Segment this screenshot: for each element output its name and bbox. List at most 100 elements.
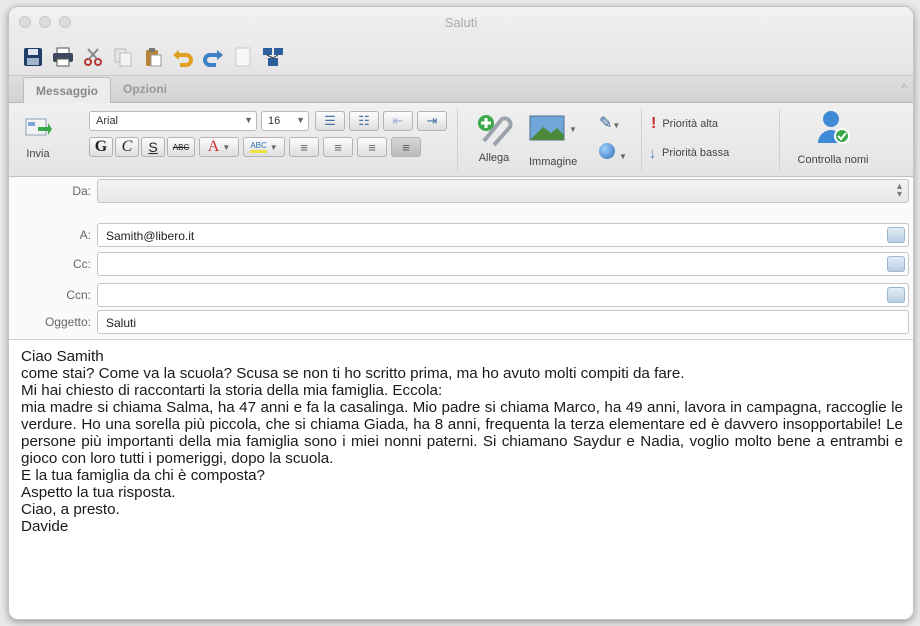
to-value: Samith@libero.it bbox=[106, 229, 195, 243]
indent-icon: ⇥ bbox=[426, 113, 438, 128]
signature-button[interactable]: ✎▼ bbox=[599, 113, 620, 133]
italic-button[interactable]: C bbox=[115, 137, 139, 157]
align-center-button[interactable]: ≡ bbox=[323, 137, 353, 157]
check-names-button[interactable]: Controlla nomi bbox=[785, 109, 881, 166]
send-icon bbox=[25, 118, 52, 136]
send-button[interactable]: Invia bbox=[17, 113, 59, 160]
ribbon-divider bbox=[457, 109, 458, 171]
arrow-down-icon: ↓ bbox=[649, 145, 656, 161]
cut-icon bbox=[84, 48, 102, 66]
save-button[interactable] bbox=[21, 45, 45, 69]
attach-button[interactable]: Allega bbox=[467, 111, 521, 164]
bcc-field[interactable] bbox=[97, 283, 909, 307]
paste-button[interactable] bbox=[141, 45, 165, 69]
bullet-list-icon: ☰ bbox=[324, 113, 336, 128]
globe-icon bbox=[599, 143, 615, 159]
toolbar bbox=[9, 39, 913, 75]
send-label: Invia bbox=[26, 148, 50, 160]
underline-button[interactable]: S bbox=[141, 137, 165, 157]
cc-label: Cc: bbox=[73, 257, 91, 271]
cc-field[interactable] bbox=[97, 252, 909, 276]
check-names-label: Controlla nomi bbox=[797, 154, 869, 166]
align-left-icon: ≡ bbox=[300, 139, 308, 155]
align-right-button[interactable]: ≡ bbox=[357, 137, 387, 157]
ribbon-tabs: Messaggio Opzioni ^ bbox=[9, 75, 913, 104]
priority-high-button[interactable]: ! Priorità alta bbox=[651, 115, 718, 133]
attach-label: Allega bbox=[478, 152, 510, 164]
address-book-icon[interactable] bbox=[887, 227, 905, 243]
increase-indent-button[interactable]: ⇥ bbox=[417, 111, 447, 131]
image-button[interactable]: ▼ Immagine bbox=[529, 115, 599, 168]
highlight-button[interactable]: ABC ▼ bbox=[243, 137, 285, 157]
bcc-label: Ccn: bbox=[66, 288, 91, 302]
font-name-value: Arial bbox=[96, 115, 119, 127]
link-button[interactable]: ▼ bbox=[599, 143, 627, 162]
body-line: E la tua famiglia da chi è composta? bbox=[21, 467, 265, 484]
window-title: Saluti bbox=[444, 15, 478, 30]
body-line: Mi hai chiesto di raccontarti la storia … bbox=[21, 382, 443, 399]
chevron-down-icon: ▼ bbox=[244, 115, 253, 125]
to-field[interactable]: Samith@libero.it bbox=[97, 223, 909, 247]
mail-compose-window: Saluti Messaggio Opzioni ^ Invia Arial ▼… bbox=[8, 6, 914, 620]
address-book-icon[interactable] bbox=[887, 256, 905, 272]
priority-low-button[interactable]: ↓ Priorità bassa bbox=[649, 145, 729, 161]
document-icon bbox=[235, 47, 251, 67]
body-line: come stai? Come va la scuola? Scusa se n… bbox=[21, 365, 685, 382]
subject-label: Oggetto: bbox=[44, 315, 91, 329]
bold-button[interactable]: G bbox=[89, 137, 113, 157]
chevron-down-icon: ▼ bbox=[569, 125, 577, 134]
numbering-button[interactable]: ☷ bbox=[349, 111, 379, 131]
address-book-icon[interactable] bbox=[887, 287, 905, 303]
title-bar: Saluti bbox=[9, 7, 913, 39]
font-size-select[interactable]: 16 ▼ bbox=[261, 111, 309, 131]
exclamation-icon: ! bbox=[651, 115, 657, 132]
greeting-line: Ciao Samith bbox=[21, 348, 104, 365]
chevron-down-icon: ▼ bbox=[269, 142, 278, 152]
image-icon bbox=[529, 115, 565, 141]
message-body[interactable]: Ciao Samith come stai? Come va la scuola… bbox=[9, 339, 913, 619]
copy-icon bbox=[114, 48, 132, 67]
justify-icon: ≡ bbox=[402, 139, 410, 155]
bullets-button[interactable]: ☰ bbox=[315, 111, 345, 131]
print-icon bbox=[53, 47, 73, 67]
copy-button[interactable] bbox=[111, 45, 135, 69]
font-size-value: 16 bbox=[268, 115, 281, 127]
image-label: Immagine bbox=[529, 156, 578, 168]
outdent-icon: ⇤ bbox=[392, 113, 404, 128]
undo-icon bbox=[173, 50, 193, 67]
document-button[interactable] bbox=[231, 45, 255, 69]
chevron-down-icon: ▼ bbox=[612, 121, 621, 130]
print-button[interactable] bbox=[51, 45, 75, 69]
align-center-icon: ≡ bbox=[334, 139, 342, 155]
ribbon-divider bbox=[779, 109, 780, 171]
redo-button[interactable] bbox=[201, 45, 225, 69]
chevron-down-icon: ▼ bbox=[296, 115, 305, 125]
tab-opzioni[interactable]: Opzioni bbox=[111, 76, 179, 103]
font-name-select[interactable]: Arial ▼ bbox=[89, 111, 257, 131]
justify-button[interactable]: ≡ bbox=[391, 137, 421, 157]
decrease-indent-button[interactable]: ⇤ bbox=[383, 111, 413, 131]
from-select[interactable]: ▴ ▾ bbox=[97, 179, 909, 203]
from-label: Da: bbox=[72, 184, 91, 198]
paperclip-icon bbox=[478, 115, 513, 147]
pen-icon: ✎ bbox=[599, 115, 613, 132]
strikethrough-button[interactable]: ABC bbox=[167, 137, 195, 157]
network-icon bbox=[263, 48, 283, 66]
tab-messaggio[interactable]: Messaggio bbox=[23, 77, 112, 104]
redo-icon bbox=[203, 50, 223, 67]
network-button[interactable] bbox=[261, 45, 285, 69]
align-left-button[interactable]: ≡ bbox=[289, 137, 319, 157]
align-right-icon: ≡ bbox=[368, 139, 376, 155]
subject-field[interactable]: Saluti bbox=[97, 310, 909, 334]
font-color-button[interactable]: A ▼ bbox=[199, 137, 239, 157]
cut-button[interactable] bbox=[81, 45, 105, 69]
collapse-ribbon-icon[interactable]: ^ bbox=[901, 81, 907, 95]
chevron-down-icon: ▼ bbox=[222, 142, 231, 152]
highlight-label: ABC bbox=[250, 141, 267, 153]
stepper-arrows-icon: ▴ ▾ bbox=[896, 181, 902, 200]
priority-low-label: Priorità bassa bbox=[662, 147, 730, 159]
closing-line: Ciao, a presto. bbox=[21, 501, 120, 518]
body-paragraph: mia madre si chiama Salma, ha 47 anni e … bbox=[21, 399, 903, 467]
undo-button[interactable] bbox=[171, 45, 195, 69]
body-line: Aspetto la tua risposta. bbox=[21, 484, 176, 501]
